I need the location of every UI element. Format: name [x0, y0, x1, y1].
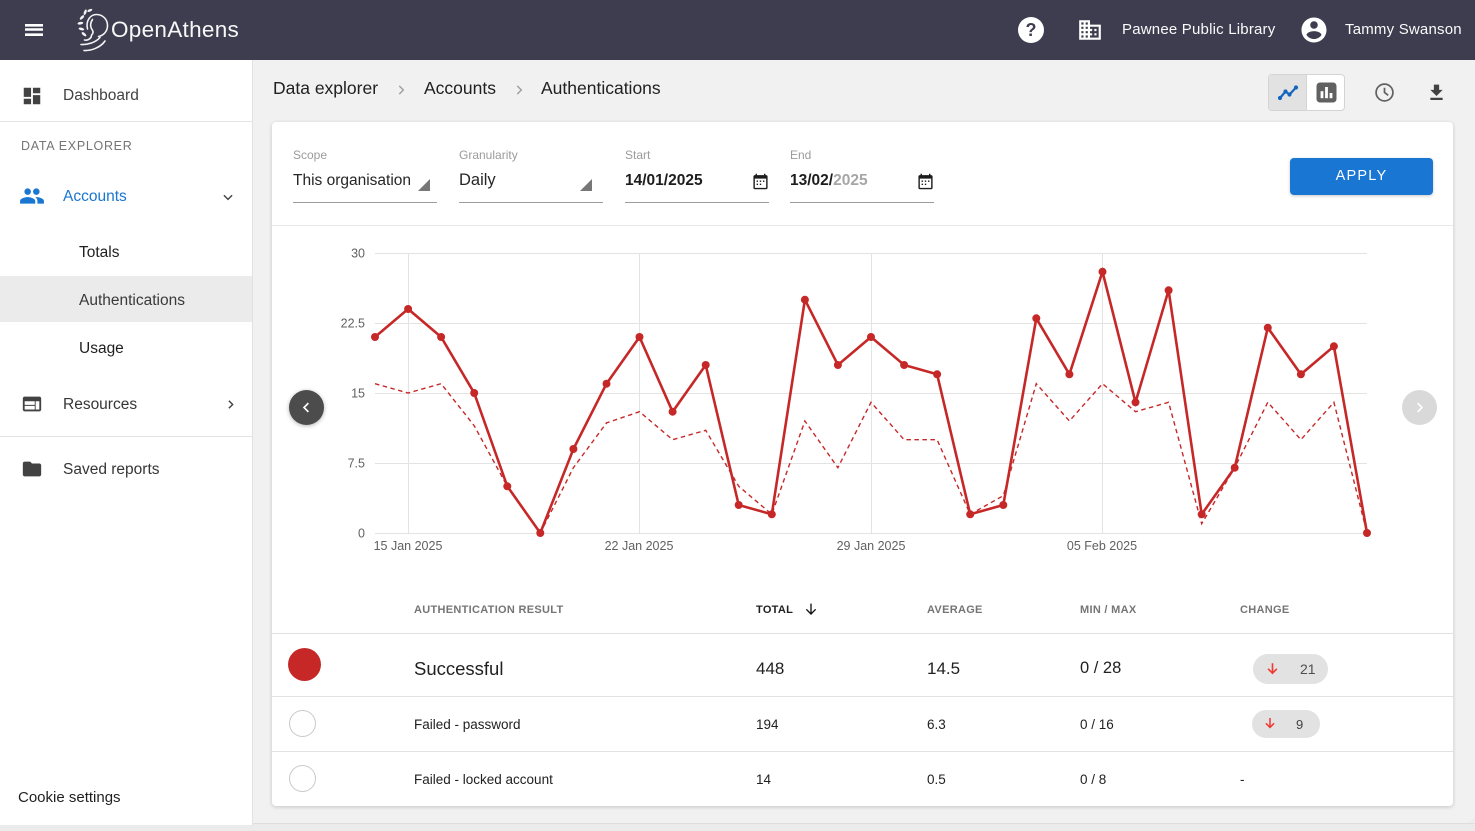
- svg-text:05 Feb 2025: 05 Feb 2025: [1067, 539, 1137, 553]
- svg-text:30: 30: [351, 247, 365, 261]
- svg-text:29 Jan 2025: 29 Jan 2025: [837, 539, 906, 553]
- svg-text:22 Jan 2025: 22 Jan 2025: [605, 539, 674, 553]
- svg-text:0: 0: [358, 527, 365, 541]
- svg-text:15 Jan 2025: 15 Jan 2025: [374, 539, 443, 553]
- svg-text:15: 15: [351, 387, 365, 401]
- svg-text:22.5: 22.5: [341, 317, 365, 331]
- svg-text:7.5: 7.5: [348, 457, 365, 471]
